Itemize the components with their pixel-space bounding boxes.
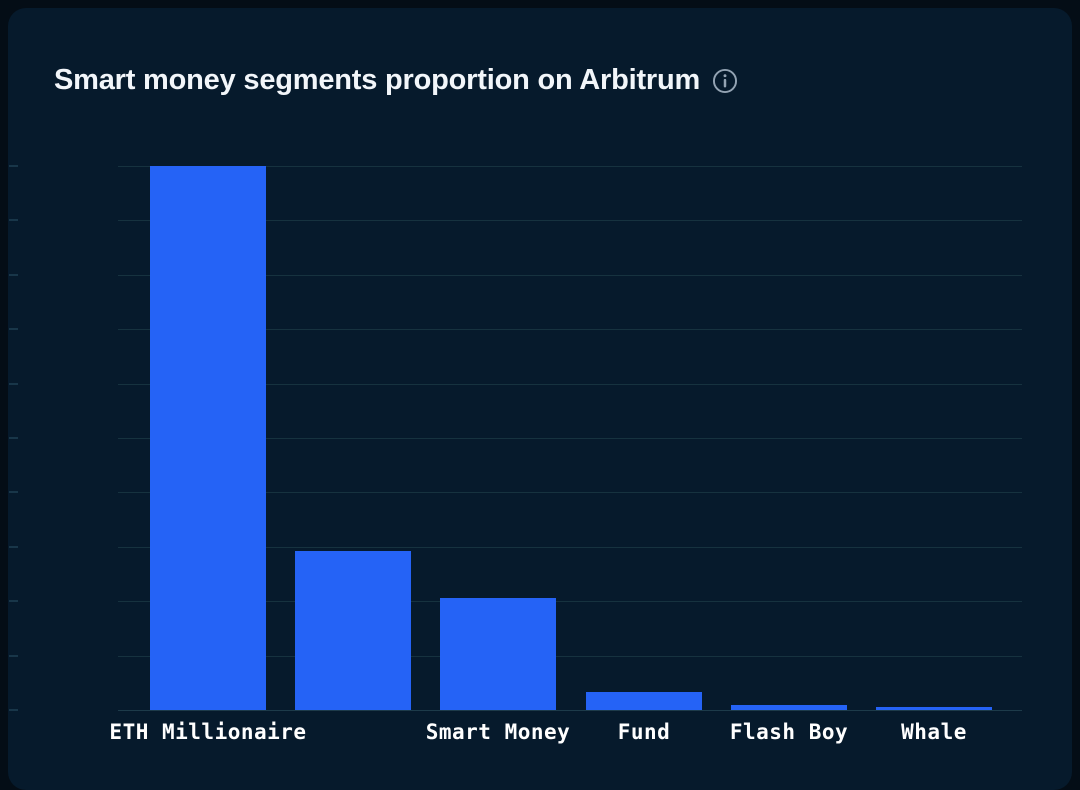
- chart-title-text: Smart money segments proportion on Arbit…: [54, 64, 701, 96]
- y-axis-tick-mark: [9, 600, 18, 602]
- x-axis-tick-label: Flash Boy: [729, 720, 849, 744]
- bar[interactable]: [731, 704, 847, 710]
- bar[interactable]: [295, 551, 411, 710]
- y-axis-tick-mark: [9, 437, 18, 439]
- y-axis-tick-mark: [9, 328, 18, 330]
- y-axis-tick-mark: [9, 491, 18, 493]
- chart-card: Smart money segments proportion on Arbit…: [8, 8, 1072, 790]
- y-axis-tick-mark: [9, 709, 18, 711]
- info-circle-icon[interactable]: [712, 68, 738, 94]
- x-axis-tick-label: ETH Millionaire: [109, 720, 307, 744]
- y-axis-tick-mark: [9, 383, 18, 385]
- x-axis-tick-label: Fund: [617, 720, 671, 744]
- bar-series: [118, 166, 1022, 710]
- y-axis-tick-mark: [9, 165, 18, 167]
- gridline: [118, 710, 1022, 711]
- y-axis-tick-mark: [9, 655, 18, 657]
- page-title: Smart money segments proportion on Arbit…: [54, 64, 738, 97]
- y-axis-tick-mark: [9, 546, 18, 548]
- bar[interactable]: [150, 166, 266, 710]
- y-axis-tick-mark: [9, 219, 18, 221]
- y-axis-tick-mark: [9, 274, 18, 276]
- x-axis-tick-label: Whale: [901, 720, 967, 744]
- bar[interactable]: [876, 706, 992, 710]
- x-axis-tick-label: Smart Money: [425, 720, 571, 744]
- bar[interactable]: [440, 597, 556, 710]
- plot-area: [118, 166, 1022, 711]
- x-axis: ETH Millionaire Smart Money Fund Flash Boy W…: [8, 720, 1072, 750]
- bar[interactable]: [586, 691, 702, 710]
